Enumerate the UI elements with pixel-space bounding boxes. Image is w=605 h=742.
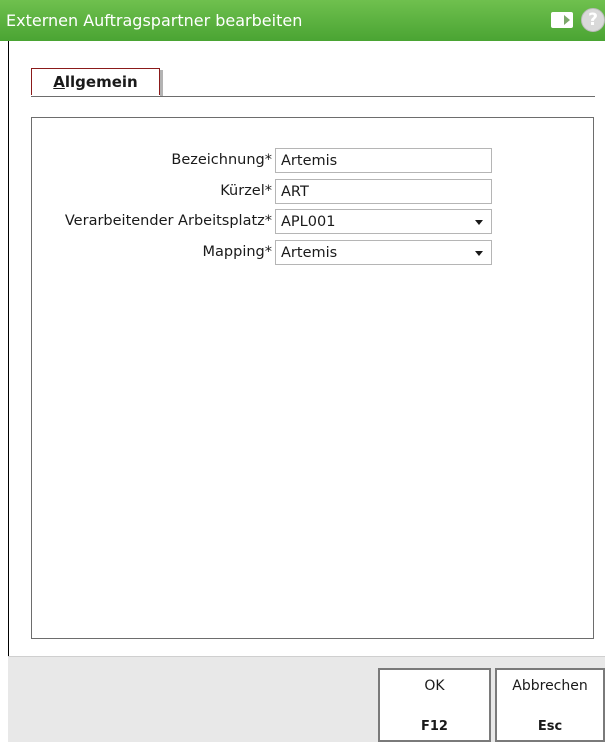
bezeichnung-input[interactable]: Artemis xyxy=(275,148,492,173)
arbeitsplatz-label: Verarbeitender Arbeitsplatz* xyxy=(64,213,272,229)
arbeitsplatz-select[interactable]: APL001 xyxy=(275,209,492,234)
cancel-label: Abbrechen xyxy=(512,678,588,694)
bezeichnung-label: Bezeichnung* xyxy=(171,152,272,168)
cancel-button[interactable]: Abbrechen Esc xyxy=(495,668,605,742)
arrow-icon xyxy=(564,15,570,25)
ok-label: OK xyxy=(424,678,445,694)
ok-shortcut: F12 xyxy=(421,719,448,734)
tab-allgemein[interactable]: Allgemein xyxy=(31,68,160,95)
help-icon[interactable]: ? xyxy=(581,8,605,32)
ok-button[interactable]: OK F12 xyxy=(378,668,491,742)
title-bar: Externen Auftragspartner bearbeiten ? xyxy=(0,0,605,41)
chevron-down-icon xyxy=(475,251,483,256)
mapping-select[interactable]: Artemis xyxy=(275,240,492,265)
tab-strip-divider xyxy=(31,96,595,97)
kuerzel-input[interactable]: ART xyxy=(275,179,492,204)
arbeitsplatz-value: APL001 xyxy=(281,213,336,230)
kuerzel-label: Kürzel* xyxy=(220,183,272,199)
cancel-shortcut: Esc xyxy=(537,719,563,734)
left-border-line xyxy=(8,41,9,656)
kuerzel-value: ART xyxy=(281,183,309,200)
tab-label: Allgemein xyxy=(53,73,138,91)
mapping-value: Artemis xyxy=(281,244,338,261)
window-switch-icon[interactable] xyxy=(551,12,573,28)
tab-shadow xyxy=(160,70,163,96)
chevron-down-icon xyxy=(475,220,483,225)
window-title: Externen Auftragspartner bearbeiten xyxy=(6,11,303,30)
title-icons: ? xyxy=(551,8,605,32)
bezeichnung-value: Artemis xyxy=(281,152,338,169)
mapping-label: Mapping* xyxy=(202,244,272,260)
dialog-window: Externen Auftragspartner bearbeiten ? Al… xyxy=(0,0,605,742)
